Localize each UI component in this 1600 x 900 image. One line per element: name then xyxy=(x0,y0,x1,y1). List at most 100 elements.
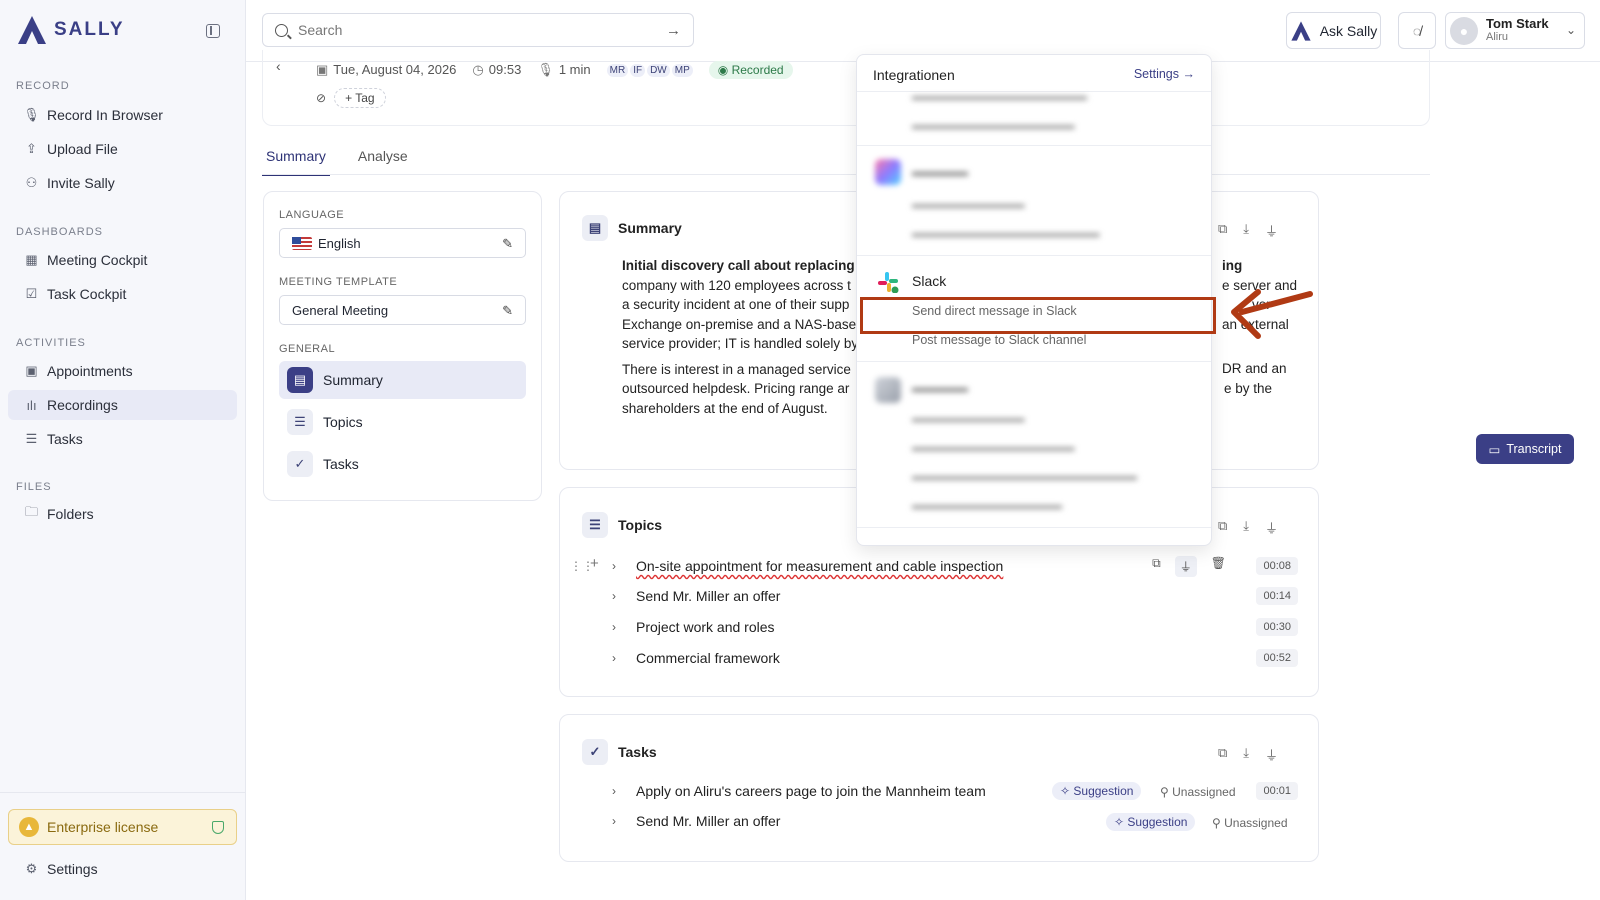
section-label: Summary xyxy=(323,372,383,388)
checkbox-icon: ☑ xyxy=(25,286,38,301)
summary-line: There is interest in a managed service xyxy=(622,361,851,377)
sidebar-item-record-in-browser[interactable]: 🎙 Record In Browser xyxy=(8,100,237,130)
topic-row-tools: ⧉ ⏚ 🗑 xyxy=(1152,555,1226,577)
topic-row[interactable]: › Send Mr. Miller an offer 00:14 xyxy=(612,582,1298,610)
sidebar-item-invite-sally[interactable]: ⚇ Invite Sally xyxy=(8,168,237,198)
avatar: ● xyxy=(1450,16,1478,45)
topic-row[interactable]: › Commercial framework 00:52 xyxy=(612,644,1298,672)
blurred-item: ▬▬▬▬▬▬▬▬▬▬▬▬ xyxy=(912,498,1062,512)
sidebar-item-label: Record In Browser xyxy=(47,107,163,123)
copy-icon[interactable]: ⧉ xyxy=(1218,221,1227,240)
suggestion-badge[interactable]: ✧ Suggestion xyxy=(1052,782,1142,800)
transcript-button[interactable]: ▭ Transcript xyxy=(1476,434,1574,464)
add-topic-icon[interactable]: + xyxy=(590,555,599,572)
search-input[interactable] xyxy=(298,22,656,38)
task-time[interactable]: 00:01 xyxy=(1256,782,1298,800)
copy-icon[interactable]: ⧉ xyxy=(1218,745,1227,764)
add-tag-button[interactable]: + Tag xyxy=(334,88,386,108)
participant-badge: DW xyxy=(647,63,670,77)
pencil-icon[interactable]: ✎ xyxy=(502,303,513,319)
summary-line: company with 120 employees across t xyxy=(622,277,851,293)
section-title-record: RECORD xyxy=(16,80,70,92)
sidebar-item-settings[interactable]: ⚙ Settings xyxy=(8,854,237,884)
summary-line-tail: ing xyxy=(1222,258,1243,273)
chevron-right-icon[interactable]: › xyxy=(612,651,636,665)
chevron-right-icon[interactable]: › xyxy=(612,814,636,828)
arrow-right-icon[interactable]: → xyxy=(666,22,681,39)
sidebar-item-upload-file[interactable]: ⇪ Upload File xyxy=(8,134,237,164)
search-bar[interactable]: → xyxy=(262,13,694,47)
tab-summary[interactable]: Summary xyxy=(262,142,330,176)
user-menu[interactable]: ● Tom Stark Aliru ⌄ xyxy=(1445,12,1585,49)
sidebar-item-tasks[interactable]: ☰ Tasks xyxy=(8,424,237,454)
chevron-right-icon[interactable]: › xyxy=(612,559,636,573)
participant-badge: IF xyxy=(630,63,646,77)
topic-time[interactable]: 00:14 xyxy=(1256,587,1298,605)
sidebar-item-recordings[interactable]: ılı Recordings xyxy=(8,390,237,420)
template-select[interactable]: General Meeting ✎ xyxy=(279,295,526,325)
plug-icon[interactable]: ⏚ xyxy=(1174,555,1197,577)
plug-icon[interactable]: ⏚ xyxy=(1265,745,1278,764)
check-circle-icon: ✓ xyxy=(582,739,608,765)
download-icon[interactable]: ⤓ xyxy=(1243,745,1249,764)
topic-time[interactable]: 00:30 xyxy=(1256,618,1298,636)
language-value: English xyxy=(318,235,361,251)
section-tasks[interactable]: ✓ Tasks xyxy=(279,445,526,483)
mic-icon: 🎙 xyxy=(23,107,40,122)
suggestion-badge[interactable]: ✧ Suggestion xyxy=(1106,813,1196,831)
sidebar-collapse-icon[interactable] xyxy=(206,24,220,38)
user-org: Aliru xyxy=(1486,31,1509,43)
sidebar-item-task-cockpit[interactable]: ☑ Task Cockpit xyxy=(8,279,237,309)
sidebar-item-label: Invite Sally xyxy=(47,175,115,191)
post-slack-channel-item[interactable]: Post message to Slack channel xyxy=(912,333,1086,347)
eye-off-icon: ◌̸ xyxy=(1412,22,1422,39)
blurred-item: ▬▬▬▬▬▬▬▬▬▬▬▬▬▬ xyxy=(912,89,1087,103)
ask-sally-button[interactable]: Ask Sally xyxy=(1286,12,1381,49)
search-icon xyxy=(275,23,288,37)
calendar-icon: ▣ xyxy=(25,363,38,378)
sidebar-item-meeting-cockpit[interactable]: ▦ Meeting Cockpit xyxy=(8,245,237,275)
topic-label: Commercial framework xyxy=(636,650,780,666)
enterprise-license-badge[interactable]: ▲ Enterprise license xyxy=(8,809,237,845)
task-row[interactable]: › Send Mr. Miller an offer xyxy=(612,807,1298,835)
waveform-icon: ılı xyxy=(26,397,37,413)
copy-icon[interactable]: ⧉ xyxy=(1152,556,1161,577)
chevron-right-icon[interactable]: › xyxy=(612,620,636,634)
pencil-icon[interactable]: ✎ xyxy=(502,236,513,252)
tasks-icon: ☰ xyxy=(25,431,38,446)
topic-time[interactable]: 00:52 xyxy=(1256,649,1298,667)
plug-icon[interactable]: ⏚ xyxy=(1265,518,1278,537)
participants[interactable]: MR IF DW MP xyxy=(606,63,693,77)
assignee-picker[interactable]: ⚲ Unassigned xyxy=(1212,816,1288,830)
app-logo[interactable]: SALLY xyxy=(16,14,125,46)
general-label: GENERAL xyxy=(279,343,336,355)
chevron-right-icon[interactable]: › xyxy=(612,589,636,603)
back-icon[interactable]: ‹ xyxy=(276,58,281,74)
assignee-label: Unassigned xyxy=(1224,816,1288,830)
assignee-picker[interactable]: ⚲ Unassigned xyxy=(1160,785,1236,799)
trash-icon[interactable]: 🗑 xyxy=(1211,556,1226,577)
sidebar-item-appointments[interactable]: ▣ Appointments xyxy=(8,356,237,386)
sidebar-item-folders[interactable]: 🗀 Folders xyxy=(8,499,237,529)
topic-row[interactable]: › Project work and roles 00:30 xyxy=(612,613,1298,641)
privacy-toggle-button[interactable]: ◌̸ xyxy=(1398,12,1436,49)
section-topics[interactable]: ☰ Topics xyxy=(279,403,526,441)
download-icon[interactable]: ⤓ xyxy=(1243,518,1249,537)
language-select[interactable]: English ✎ xyxy=(279,228,526,258)
topic-row[interactable]: › On-site appointment for measurement an… xyxy=(612,552,1298,580)
topic-time[interactable]: 00:08 xyxy=(1256,557,1298,575)
copy-icon[interactable]: ⧉ xyxy=(1218,518,1227,537)
recording-meta: ▣ Tue, August 04, 2026 ◷ 09:53 🎙 1 min MR I… xyxy=(316,61,793,79)
sidebar-item-label: Appointments xyxy=(47,363,133,379)
recording-duration: 🎙 1 min xyxy=(537,62,590,78)
chevron-right-icon[interactable]: › xyxy=(612,784,636,798)
tab-analyse[interactable]: Analyse xyxy=(354,142,412,176)
section-summary[interactable]: ▤ Summary xyxy=(279,361,526,399)
blurred-app-title: ▬▬▬▬ xyxy=(912,163,968,179)
topics-tools: ⧉ ⤓ ⏚ xyxy=(1218,518,1278,537)
topic-label: On-site appointment for measurement and … xyxy=(636,558,1004,574)
integrations-settings-link[interactable]: Settings → xyxy=(1134,67,1195,81)
download-icon[interactable]: ⤓ xyxy=(1243,221,1249,240)
plug-icon[interactable]: ⏚ xyxy=(1265,221,1278,240)
status-badge: ◉ Recorded xyxy=(708,61,793,79)
